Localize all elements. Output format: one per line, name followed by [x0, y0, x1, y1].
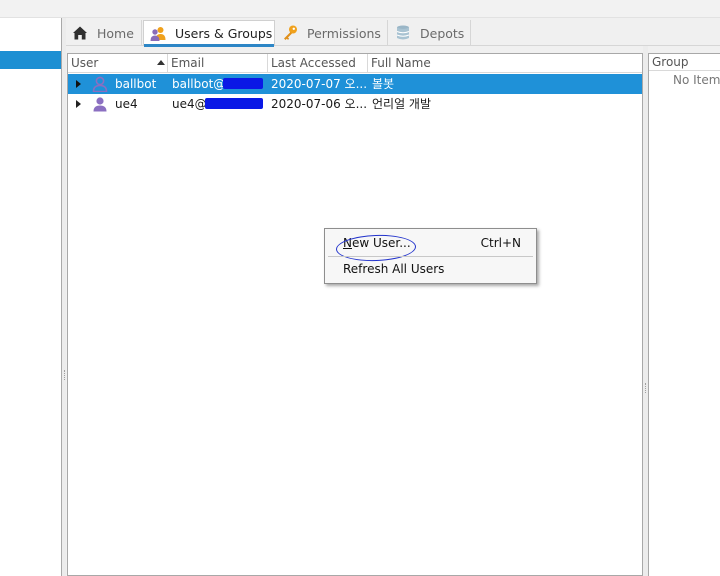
column-header-full-name[interactable]: Full Name: [368, 54, 642, 73]
tab-permissions[interactable]: Permissions: [276, 20, 388, 46]
expand-arrow-icon[interactable]: [76, 80, 81, 88]
tab-home[interactable]: Home: [66, 20, 142, 46]
column-header-last-accessed[interactable]: Last Accessed: [268, 54, 368, 73]
user-icon: [93, 97, 107, 112]
tab-users-groups[interactable]: Users & Groups: [143, 20, 275, 47]
cell-user: ballbot: [115, 77, 157, 91]
column-header-label: Email: [171, 56, 205, 70]
column-header-label: Last Accessed: [271, 56, 356, 70]
users-groups-icon: [150, 26, 166, 41]
tab-label: Users & Groups: [175, 26, 273, 41]
column-header-user[interactable]: User: [68, 54, 168, 73]
left-pane-selected-item[interactable]: [0, 51, 61, 69]
menu-separator: [328, 256, 533, 257]
empty-list-text: No Items: [673, 73, 720, 87]
column-header-email[interactable]: Email: [168, 54, 268, 73]
table-row[interactable]: ue4 ue4@ 2020-07-06 오... 언리얼 개발: [68, 94, 642, 114]
home-icon: [73, 26, 87, 40]
window-top-strip: [0, 0, 720, 18]
menu-item-label: Refresh All Users: [343, 262, 445, 276]
left-splitter-grip[interactable]: [64, 370, 66, 380]
menu-item-refresh-all-users[interactable]: Refresh All Users: [326, 258, 535, 280]
cell-full-name: 볼봇: [372, 77, 395, 91]
left-pane: [0, 18, 62, 576]
table-header: User Email Last Accessed Full Name: [68, 54, 642, 73]
key-icon: [284, 25, 297, 40]
users-table: User Email Last Accessed Full Name ballb…: [67, 53, 643, 576]
cell-last-accessed: 2020-07-06 오...: [271, 97, 366, 111]
column-header-label: User: [71, 56, 99, 70]
user-icon: [92, 76, 108, 92]
menu-item-new-user[interactable]: New User... Ctrl+N: [326, 232, 535, 263]
tab-label: Permissions: [307, 25, 381, 41]
menu-shortcut: Ctrl+N: [480, 236, 521, 250]
cell-full-name: 언리얼 개발: [372, 97, 432, 111]
tab-label: Home: [97, 25, 134, 41]
redaction-mark: [205, 98, 263, 109]
column-header-label: Full Name: [371, 56, 431, 70]
column-header-group[interactable]: Group: [649, 54, 720, 71]
redaction-mark: [223, 78, 263, 89]
tab-label: Depots: [420, 25, 465, 41]
tab-depots[interactable]: Depots: [389, 20, 471, 46]
right-splitter-grip[interactable]: [645, 383, 647, 393]
left-splitter[interactable]: [62, 18, 66, 576]
tab-bar: Home Users & Groups Permissions Depots: [66, 18, 720, 47]
sort-ascending-icon: [157, 60, 165, 65]
table-row[interactable]: ballbot ballbot@ 2020-07-07 오... 볼봇: [68, 74, 642, 94]
groups-panel: Group No Items: [648, 53, 720, 576]
context-menu: New User... Ctrl+N Refresh All Users: [324, 228, 537, 284]
expand-arrow-icon[interactable]: [76, 100, 81, 108]
cell-last-accessed: 2020-07-07 오...: [271, 77, 366, 91]
database-icon: [396, 25, 410, 40]
cell-user: ue4: [115, 97, 138, 111]
